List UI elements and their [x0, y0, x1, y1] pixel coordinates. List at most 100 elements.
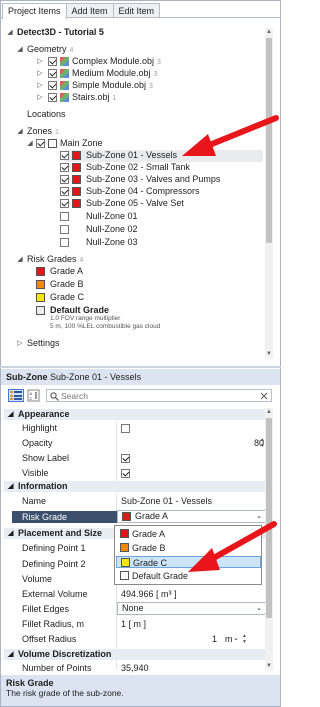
prop-number-of-points: Number of Points 35,940: [4, 662, 266, 674]
sub-zone-checkbox[interactable]: [60, 199, 69, 208]
tree-scrollbar[interactable]: ▲ ▼: [265, 28, 273, 358]
prop-fillet-radius: Fillet Radius, m 1 [ m ]: [4, 618, 266, 630]
category-label: Information: [18, 481, 68, 491]
tab-project-items[interactable]: Project Items: [2, 3, 67, 19]
prop-name: Risk Grade: [22, 512, 68, 522]
tab-edit-item[interactable]: Edit Item: [112, 3, 161, 18]
collapse-icon[interactable]: ◢: [8, 409, 13, 420]
search-input[interactable]: [61, 390, 257, 401]
main-zone-swatch: [48, 139, 57, 148]
null-zone-checkbox[interactable]: [60, 225, 69, 234]
tab-add-item[interactable]: Add Item: [65, 3, 114, 18]
null-zone-label: Null-Zone 01: [86, 211, 138, 221]
prop-name: Visible: [22, 468, 49, 478]
fillet-edges-value: None: [122, 603, 144, 613]
annotation-arrow-icon: [182, 115, 279, 156]
name-value[interactable]: Sub-Zone 01 - Vessels: [121, 495, 212, 507]
tab-strip: Project Items Add Item Edit Item: [2, 3, 161, 19]
fillet-edges-combo[interactable]: None ⌄: [117, 602, 266, 615]
sub-zone-label: Sub-Zone 01 - Vessels: [86, 150, 178, 160]
geometry-count: 4: [69, 47, 74, 54]
prop-name: Highlight: [22, 423, 58, 433]
alphabetical-view-button[interactable]: A Z: [27, 389, 40, 402]
panel-splitter[interactable]: [0, 366, 281, 368]
geometry-checkbox[interactable]: [48, 81, 57, 90]
prop-opacity: Opacity 80 ▲ ▼: [4, 437, 266, 449]
visible-checkbox[interactable]: [121, 469, 130, 478]
number-of-points-value: 35,940: [121, 663, 149, 673]
collapse-icon[interactable]: ◢: [8, 481, 13, 492]
risk-grade-value: Grade A: [135, 511, 169, 521]
collapse-icon[interactable]: ◢: [8, 528, 13, 539]
grade-swatch: [122, 512, 131, 521]
option-label: Grade C: [133, 558, 168, 568]
collapse-icon[interactable]: ◢: [16, 44, 24, 55]
sub-zone-checkbox[interactable]: [60, 163, 69, 172]
prop-external-volume: External Volume 494.966 [ m³ ]: [4, 588, 266, 600]
geometry-checkbox[interactable]: [48, 93, 57, 102]
category-volume-discretization[interactable]: ◢ Volume Discretization: [4, 649, 266, 660]
expand-icon[interactable]: ▷: [36, 80, 44, 91]
collapse-icon[interactable]: ◢: [6, 27, 14, 38]
collapse-icon[interactable]: ◢: [16, 126, 24, 137]
null-zone-checkbox[interactable]: [60, 212, 69, 221]
collapse-icon[interactable]: ◢: [26, 138, 34, 149]
show-label-checkbox[interactable]: [121, 454, 130, 463]
tree-geometry[interactable]: Geometry 4: [27, 44, 73, 55]
properties-header: Sub-Zone Sub-Zone 01 - Vessels: [1, 369, 280, 385]
risk-grade-label: Grade B: [50, 279, 84, 289]
grade-swatch: [121, 558, 130, 567]
sub-zone-label: Sub-Zone 03 - Valves and Pumps: [86, 174, 221, 184]
sub-zone-checkbox[interactable]: [60, 187, 69, 196]
spinner-icon[interactable]: ▲ ▼: [242, 633, 247, 645]
null-zone-checkbox[interactable]: [60, 238, 69, 247]
description-title: Risk Grade: [6, 678, 54, 688]
chevron-down-icon[interactable]: ⌄: [256, 603, 262, 614]
tree-root[interactable]: Detect3D - Tutorial 5: [17, 27, 104, 38]
scroll-down-icon[interactable]: ▼: [265, 350, 273, 358]
scroll-up-icon[interactable]: ▲: [265, 28, 273, 36]
offset-radius-value[interactable]: 1: [212, 633, 217, 645]
expand-icon[interactable]: ▷: [36, 68, 44, 79]
category-label: Volume Discretization: [18, 649, 112, 659]
expand-icon[interactable]: ▷: [36, 92, 44, 103]
prop-show-label: Show Label: [4, 452, 266, 464]
geometry-checkbox[interactable]: [48, 57, 57, 66]
main-zone-checkbox[interactable]: [36, 139, 45, 148]
prop-name: Name: [22, 496, 47, 506]
category-information[interactable]: ◢ Information: [4, 481, 266, 492]
sub-zone-checkbox[interactable]: [60, 175, 69, 184]
null-zone-label: Null-Zone 03: [86, 237, 138, 247]
prop-visible: Visible: [4, 467, 266, 479]
scroll-down-icon[interactable]: ▼: [265, 662, 273, 670]
tree-locations[interactable]: Locations: [27, 109, 66, 120]
expand-icon[interactable]: ▷: [36, 56, 44, 67]
sub-zone-checkbox[interactable]: [60, 151, 69, 160]
tree-zones[interactable]: Zones 1: [27, 126, 59, 137]
categorized-list-icon: [10, 391, 22, 400]
grade-swatch: [120, 571, 129, 580]
geometry-count: 1: [112, 95, 117, 102]
grade-swatch: [36, 306, 45, 315]
geometry-count: 3: [149, 83, 153, 90]
tree-settings[interactable]: Settings: [27, 338, 60, 349]
scroll-up-icon[interactable]: ▲: [265, 408, 273, 416]
highlight-checkbox[interactable]: [121, 424, 130, 433]
categorized-view-button[interactable]: [8, 389, 24, 402]
geometry-name: Medium Module.obj: [72, 68, 151, 78]
geometry-name: Simple Module.obj: [72, 80, 147, 90]
tree-risk-grades[interactable]: Risk Grades 4: [27, 254, 83, 265]
property-search[interactable]: [46, 389, 272, 402]
geometry-checkbox[interactable]: [48, 69, 57, 78]
prop-name-row: Name Sub-Zone 01 - Vessels: [4, 495, 266, 507]
option-label: Default Grade: [132, 571, 189, 581]
fillet-radius-value[interactable]: 1 [ m ]: [121, 618, 146, 630]
expand-icon[interactable]: ▷: [16, 338, 24, 349]
collapse-icon[interactable]: ◢: [16, 254, 24, 265]
offset-radius-unit[interactable]: m: [225, 633, 233, 645]
chevron-down-icon[interactable]: ⌄: [233, 633, 239, 645]
category-appearance[interactable]: ◢ Appearance: [4, 409, 266, 420]
collapse-icon[interactable]: ◢: [8, 649, 13, 660]
clear-search-icon[interactable]: [260, 392, 268, 400]
main-zone-label[interactable]: Main Zone: [60, 138, 103, 149]
